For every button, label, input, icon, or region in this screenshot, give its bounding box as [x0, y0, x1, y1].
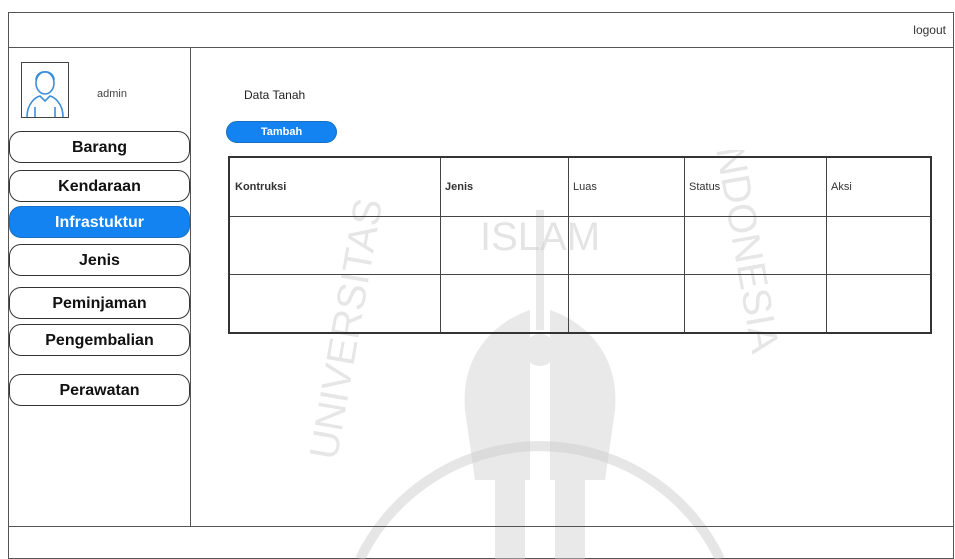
sidebar-item-label: Jenis [79, 252, 120, 269]
column-header-status: Status [689, 181, 721, 193]
column-header-kontruksi: Kontruksi [235, 181, 287, 193]
sidebar-item-label: Pengembalian [45, 332, 154, 349]
sidebar-item-label: Kendaraan [58, 178, 141, 195]
table-cell [440, 217, 568, 275]
sidebar-item-label: Infrastuktur [55, 214, 144, 231]
sidebar-item-jenis[interactable]: Jenis [9, 244, 190, 276]
table-cell [230, 217, 440, 275]
username-label: admin [97, 88, 127, 100]
sidebar-item-infrastuktur[interactable]: Infrastuktur [9, 206, 190, 238]
column-divider [826, 158, 827, 332]
column-divider [568, 158, 569, 332]
table-cell [684, 217, 826, 275]
sidebar-item-barang[interactable]: Barang [9, 131, 190, 163]
sidebar-item-label: Perawatan [59, 382, 140, 399]
top-bar: logout [8, 12, 954, 48]
sidebar-item-perawatan[interactable]: Perawatan [9, 374, 190, 406]
table-cell-actions[interactable] [826, 275, 930, 333]
column-header-aksi: Aksi [831, 181, 852, 193]
column-divider [440, 158, 441, 332]
user-icon [26, 70, 64, 118]
logout-link[interactable]: logout [913, 23, 946, 37]
page-title: Data Tanah [244, 88, 306, 102]
avatar [21, 62, 69, 118]
table-cell-actions[interactable] [826, 217, 930, 275]
column-header-jenis: Jenis [445, 181, 474, 193]
table-header-row: Kontruksi Jenis Luas Status Aksi [230, 158, 930, 216]
table-row [230, 274, 930, 333]
sidebar-item-kendaraan[interactable]: Kendaraan [9, 170, 190, 202]
table-cell [230, 275, 440, 333]
column-divider [684, 158, 685, 332]
sidebar-divider [190, 47, 191, 527]
table-cell [568, 217, 684, 275]
column-header-luas: Luas [573, 181, 597, 193]
add-button[interactable]: Tambah [226, 121, 337, 143]
table-row [230, 216, 930, 275]
sidebar-item-pengembalian[interactable]: Pengembalian [9, 324, 190, 356]
sidebar-item-label: Barang [71, 139, 128, 156]
table-cell [440, 275, 568, 333]
data-table: Kontruksi Jenis Luas Status Aksi [228, 156, 932, 334]
sidebar-item-label: Peminjaman [52, 295, 147, 312]
footer-divider [8, 526, 954, 527]
table-cell [684, 275, 826, 333]
table-cell [568, 275, 684, 333]
sidebar-item-peminjaman[interactable]: Peminjaman [9, 287, 190, 319]
